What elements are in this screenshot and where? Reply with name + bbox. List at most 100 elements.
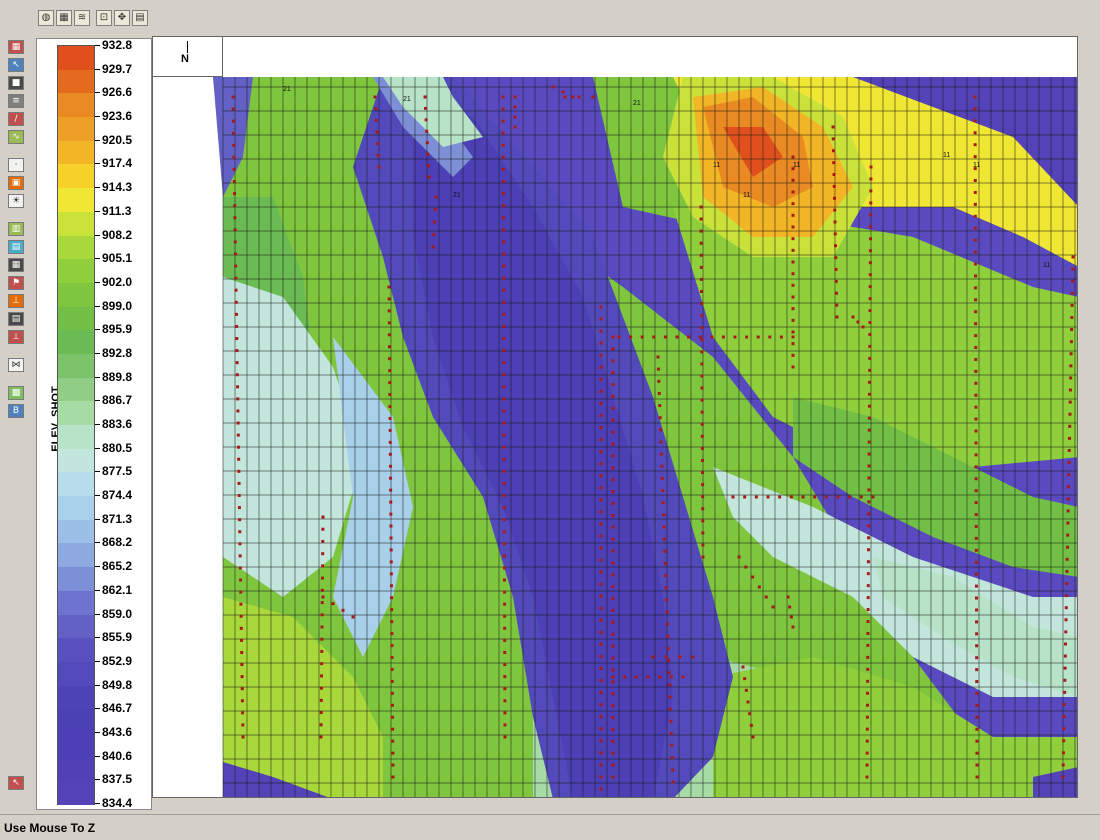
- shot-point: [657, 391, 661, 395]
- shot-point: [501, 228, 505, 232]
- shot-point: [791, 260, 795, 264]
- shot-point: [388, 369, 392, 373]
- layer-add-icon[interactable]: ▥: [8, 222, 24, 236]
- shot-point: [665, 598, 669, 602]
- shot-point: [868, 380, 872, 384]
- globe-icon[interactable]: ◍: [38, 10, 54, 26]
- shot-point: [974, 346, 978, 350]
- pointer-icon[interactable]: B: [8, 404, 24, 418]
- shot-point: [599, 775, 603, 779]
- legend-tick: [95, 755, 100, 757]
- shot-point: [791, 213, 795, 217]
- shot-point: [232, 180, 236, 184]
- zoom-extent-icon[interactable]: ⊡: [96, 10, 112, 26]
- marker-icon[interactable]: ·: [8, 158, 24, 172]
- shot-point: [239, 614, 243, 618]
- shot-point: [748, 712, 752, 716]
- shot-point: [1070, 328, 1074, 332]
- grid-icon[interactable]: ▦: [56, 10, 72, 26]
- shot-point: [974, 417, 978, 421]
- shot-point: [973, 250, 977, 254]
- shot-point: [501, 240, 505, 244]
- shot-point: [502, 542, 506, 546]
- shot-point: [1061, 775, 1065, 779]
- ruler-icon[interactable]: ⊥: [8, 294, 24, 308]
- fill-icon[interactable]: ■: [8, 76, 24, 90]
- layer-icon[interactable]: ▤: [8, 240, 24, 254]
- shot-point: [700, 326, 704, 330]
- measure-icon[interactable]: ⟂: [8, 330, 24, 344]
- shot-point: [975, 644, 979, 648]
- flag-icon[interactable]: ⚑: [8, 276, 24, 290]
- legend-tick: [95, 305, 100, 307]
- shot-point: [389, 512, 393, 516]
- shot-point: [231, 119, 235, 123]
- line-label: 11: [713, 162, 720, 169]
- shot-point: [320, 613, 324, 617]
- shot-point: [791, 155, 795, 159]
- bold-b-icon[interactable]: ▩: [8, 386, 24, 400]
- shot-point: [791, 283, 795, 287]
- shot-point: [502, 433, 506, 437]
- legend-tick: [95, 376, 100, 378]
- grid-icon[interactable]: ▦: [8, 258, 24, 272]
- shot-point: [652, 335, 656, 339]
- map-icon[interactable]: ▤: [132, 10, 148, 26]
- palette-icon[interactable]: ▣: [8, 176, 24, 190]
- swatch-icon[interactable]: ⋈: [8, 358, 24, 372]
- shot-point: [235, 337, 239, 341]
- shot-point: [1062, 702, 1066, 706]
- legend-swatch: [58, 93, 94, 119]
- shot-point: [869, 213, 873, 217]
- shot-point: [866, 608, 870, 612]
- legend-value-label: 914.3: [102, 180, 133, 195]
- shot-point: [599, 317, 603, 321]
- shot-point: [657, 379, 661, 383]
- shot-point: [321, 515, 325, 519]
- shot-point: [341, 608, 345, 612]
- shot-point: [791, 330, 795, 334]
- pan-icon[interactable]: ✥: [114, 10, 130, 26]
- map-view[interactable]: 21 21 21 21 11 11 11 11 11 11 N: [152, 36, 1078, 798]
- layers-icon[interactable]: ≋: [74, 10, 90, 26]
- shot-point: [611, 561, 615, 565]
- shot-point: [501, 155, 505, 159]
- shot-point: [975, 751, 979, 755]
- chart-icon[interactable]: ∿: [8, 130, 24, 144]
- legend-value-label: 855.9: [102, 630, 133, 645]
- legend-tick: [95, 566, 100, 568]
- shot-point: [237, 469, 241, 473]
- shot-point: [1066, 509, 1070, 513]
- shot-point: [611, 675, 615, 679]
- shot-point: [756, 335, 760, 339]
- shot-point: [390, 632, 394, 636]
- shot-point: [611, 644, 615, 648]
- select-icon[interactable]: ↖: [8, 58, 24, 72]
- shot-point: [866, 691, 870, 695]
- sun-icon[interactable]: ☀: [8, 194, 24, 208]
- shot-point: [233, 252, 237, 256]
- shot-point: [866, 560, 870, 564]
- color-map-icon[interactable]: ▦: [8, 40, 24, 54]
- legend-value-label: 874.4: [102, 488, 133, 503]
- shot-point: [1066, 521, 1070, 525]
- palette-small-icon[interactable]: ↖: [8, 776, 24, 790]
- shot-point: [389, 560, 393, 564]
- shot-point: [675, 335, 679, 339]
- shot-point: [425, 129, 429, 133]
- legend-value-label: 883.6: [102, 417, 133, 431]
- legend-tick: [95, 424, 100, 425]
- shot-point: [973, 155, 977, 159]
- shot-point: [234, 300, 238, 304]
- shot-point: [1063, 666, 1067, 670]
- shot-point: [599, 341, 603, 345]
- shot-point: [599, 365, 603, 369]
- table-icon[interactable]: ▤: [8, 312, 24, 326]
- shot-point: [668, 695, 672, 699]
- pen-icon[interactable]: ∕: [8, 112, 24, 126]
- shot-point: [699, 217, 703, 221]
- contour-icon[interactable]: ≡: [8, 94, 24, 108]
- elevation-map[interactable]: 21 21 21 21 11 11 11 11 11 11: [153, 37, 1078, 798]
- legend-tick: [95, 163, 100, 165]
- shot-point: [1069, 352, 1073, 356]
